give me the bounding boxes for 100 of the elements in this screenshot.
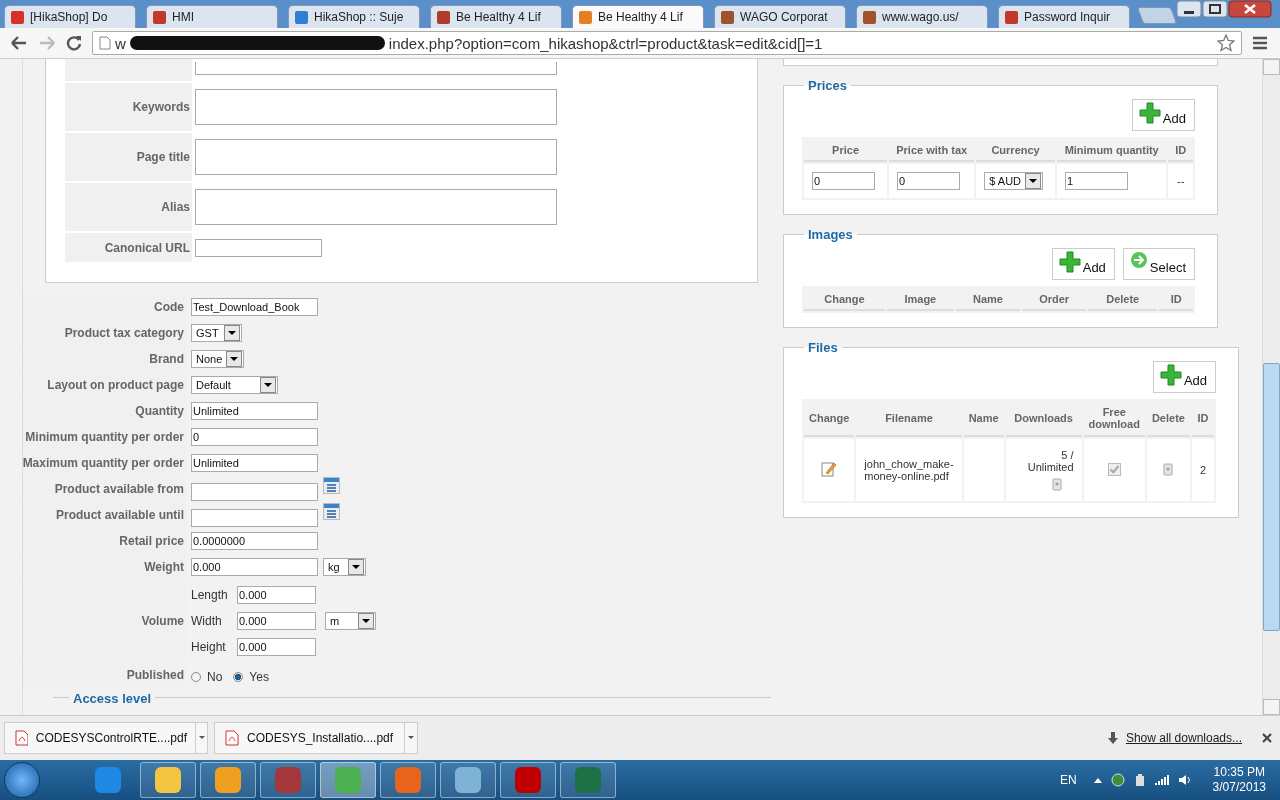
select-button[interactable]: Select <box>1122 248 1195 280</box>
browser-tab[interactable]: www.wago.us/ <box>856 5 988 28</box>
plus-icon <box>1058 251 1081 273</box>
caret-icon <box>260 377 276 393</box>
scrollbar[interactable] <box>1262 59 1280 715</box>
menu-icon[interactable] <box>1252 36 1268 50</box>
trash-icon[interactable] <box>1163 462 1174 476</box>
forward-icon[interactable] <box>38 35 56 51</box>
add-button[interactable]: Add <box>1152 361 1217 393</box>
page-icon <box>99 36 111 50</box>
tray-arrow-icon[interactable] <box>1093 777 1102 783</box>
currency-dropdown[interactable]: $ AUD <box>984 172 1044 190</box>
textarea-field[interactable] <box>195 89 557 125</box>
text-field[interactable]: 0.0000000 <box>191 532 318 550</box>
pdf-icon <box>15 730 28 746</box>
show-all-downloads-link[interactable]: Show all downloads... <box>1125 731 1242 745</box>
address-bar[interactable]: w index.php?option=com_hikashop&ctrl=product&task=edit&cid[]=1 <box>92 31 1242 55</box>
radio-button[interactable] <box>233 672 244 682</box>
radio-option[interactable]: No <box>191 670 223 684</box>
checkbox[interactable] <box>1107 462 1121 476</box>
textarea-field[interactable] <box>195 189 557 225</box>
language-indicator[interactable]: EN <box>1059 773 1077 787</box>
section-legend: Access level <box>69 691 156 706</box>
edit-icon[interactable] <box>821 461 838 477</box>
text-field[interactable]: 0 <box>191 428 318 446</box>
radio-option[interactable]: Yes <box>233 670 269 684</box>
taskbar-button[interactable] <box>380 762 436 798</box>
price-with-tax-field[interactable]: 0 <box>897 172 961 190</box>
dimension-label: Width <box>191 614 223 628</box>
dropdown[interactable]: Default <box>191 376 278 394</box>
table-cell: -- <box>1168 164 1193 198</box>
table-cell-text: 5 / Unlimited <box>1026 449 1074 473</box>
text-field[interactable] <box>195 238 322 257</box>
download-item[interactable]: CODESYS_Installatio....pdf <box>214 722 418 754</box>
star-icon[interactable] <box>1217 34 1235 52</box>
textarea-field[interactable] <box>195 139 557 175</box>
scroll-down-icon[interactable] <box>1263 699 1280 715</box>
close-icon[interactable] <box>1228 0 1272 18</box>
add-button[interactable]: Add <box>1051 248 1115 280</box>
text-field[interactable]: 0.000 <box>237 612 316 630</box>
browser-tab[interactable]: HikaShop :: Suje <box>288 5 420 28</box>
calendar-icon[interactable] <box>323 503 340 520</box>
signal-icon[interactable] <box>1154 774 1169 786</box>
section-legend: Images <box>804 227 857 242</box>
browser-tab[interactable]: HMI <box>146 5 278 28</box>
text-field[interactable]: Test_Download_Book <box>191 298 318 316</box>
text-field[interactable]: 0.000 <box>237 586 316 604</box>
taskbar-button[interactable] <box>560 762 616 798</box>
text-field[interactable]: 0.000 <box>237 638 316 656</box>
reload-icon[interactable] <box>66 35 82 51</box>
calendar-icon[interactable] <box>323 477 340 494</box>
taskbar-button[interactable] <box>140 762 196 798</box>
textarea-field[interactable] <box>195 62 557 75</box>
text-field[interactable]: Unlimited <box>191 454 318 472</box>
section-legend: Files <box>804 340 842 355</box>
section-legend: Prices <box>804 78 852 93</box>
plus-icon <box>1159 364 1182 386</box>
taskbar-button[interactable] <box>500 762 556 798</box>
back-icon[interactable] <box>10 35 28 51</box>
trash-icon[interactable] <box>1051 477 1062 491</box>
start-button[interactable] <box>4 762 40 798</box>
dropdown[interactable]: None <box>191 350 245 368</box>
browser-tab[interactable]: WAGO Corporat <box>714 5 846 28</box>
date-field[interactable] <box>191 483 318 501</box>
taskbar-button[interactable] <box>440 762 496 798</box>
field-label: Keywords <box>65 83 192 131</box>
dimension-label: Length <box>191 588 229 602</box>
scroll-up-icon[interactable] <box>1263 59 1280 75</box>
text-field[interactable]: Unlimited <box>191 402 318 420</box>
browser-tab[interactable]: [HikaShop] Do <box>4 5 136 28</box>
caret-icon <box>224 325 240 341</box>
quantity-field[interactable]: 1 <box>1064 172 1128 190</box>
browser-tab[interactable]: Password Inquir <box>998 5 1130 28</box>
browser-tab[interactable]: Be Healthy 4 Lif <box>572 5 704 28</box>
field-label: Page title <box>65 133 192 181</box>
date-field[interactable] <box>191 509 318 527</box>
browser-tab[interactable]: Be Healthy 4 Lif <box>430 5 562 28</box>
taskbar-button[interactable] <box>320 762 376 798</box>
plus-icon <box>1138 102 1161 124</box>
taskbar-button[interactable] <box>260 762 316 798</box>
add-button[interactable]: Add <box>1131 99 1195 131</box>
globe-icon[interactable] <box>1110 773 1125 787</box>
battery-icon[interactable] <box>1133 773 1146 787</box>
clock[interactable]: 10:35 PM 3/07/2013 <box>1212 765 1266 795</box>
unit-dropdown[interactable]: kg <box>323 558 366 576</box>
price-field[interactable]: 0 <box>812 172 875 190</box>
text-field[interactable]: 0.000 <box>191 558 318 576</box>
taskbar-button[interactable] <box>200 762 256 798</box>
close-icon[interactable] <box>1262 733 1272 743</box>
minimize-icon[interactable] <box>1176 0 1202 18</box>
caret-icon[interactable] <box>195 723 207 753</box>
maximize-icon[interactable] <box>1202 0 1228 18</box>
scrollbar-thumb[interactable] <box>1263 363 1280 631</box>
caret-icon <box>1025 173 1042 189</box>
speaker-icon[interactable] <box>1177 774 1192 786</box>
download-icon <box>1107 732 1118 744</box>
dropdown[interactable]: GST <box>191 324 242 342</box>
radio-button[interactable] <box>191 672 201 682</box>
download-item[interactable]: CODESYSControlRTE....pdf <box>4 722 208 754</box>
unit-dropdown[interactable]: m <box>325 612 376 630</box>
